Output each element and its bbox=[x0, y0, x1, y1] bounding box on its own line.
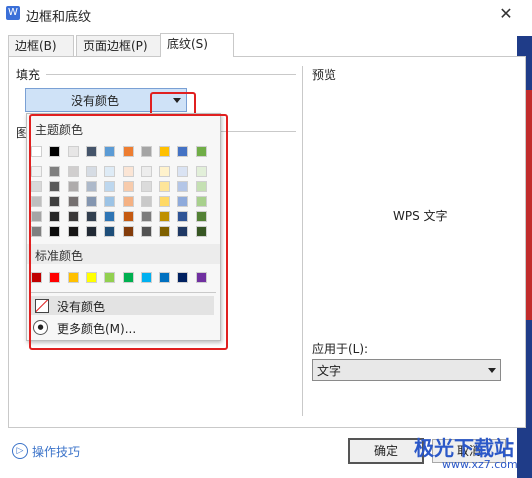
title-bar: W 边框和底纹 ✕ bbox=[0, 0, 532, 28]
chevron-down-icon[interactable] bbox=[488, 368, 496, 373]
apply-to-label: 应用于(L): bbox=[312, 342, 369, 356]
apply-to-dropdown[interactable]: 文字 bbox=[312, 359, 501, 381]
apply-to-value: 文字 bbox=[317, 364, 342, 378]
watermark-logo: 极光下载站 bbox=[414, 436, 514, 460]
fill-section-label: 填充 bbox=[16, 66, 41, 83]
fill-divider bbox=[46, 74, 296, 75]
wps-app-icon: W bbox=[6, 6, 20, 20]
ok-button[interactable]: 确定 bbox=[348, 438, 424, 464]
tab-page-borders[interactable]: 页面边框(P) bbox=[76, 35, 164, 56]
dialog-title: 边框和底纹 bbox=[26, 10, 92, 25]
popup-highlight bbox=[29, 114, 228, 350]
fill-color-value: 没有颜色 bbox=[70, 94, 119, 108]
preview-divider bbox=[302, 66, 303, 416]
preview-section-label: 预览 bbox=[312, 66, 337, 83]
close-icon[interactable]: ✕ bbox=[496, 4, 516, 24]
pattern-divider bbox=[218, 131, 296, 132]
ops-tips-link[interactable]: 操作技巧 bbox=[32, 443, 80, 460]
tips-icon[interactable]: ▷ bbox=[12, 443, 28, 459]
preview-sample-text: WPS 文字 bbox=[393, 209, 448, 223]
watermark-url: www.xz7.com bbox=[442, 458, 518, 471]
tab-shading[interactable]: 底纹(S) bbox=[160, 33, 234, 57]
tab-borders[interactable]: 边框(B) bbox=[8, 35, 74, 56]
